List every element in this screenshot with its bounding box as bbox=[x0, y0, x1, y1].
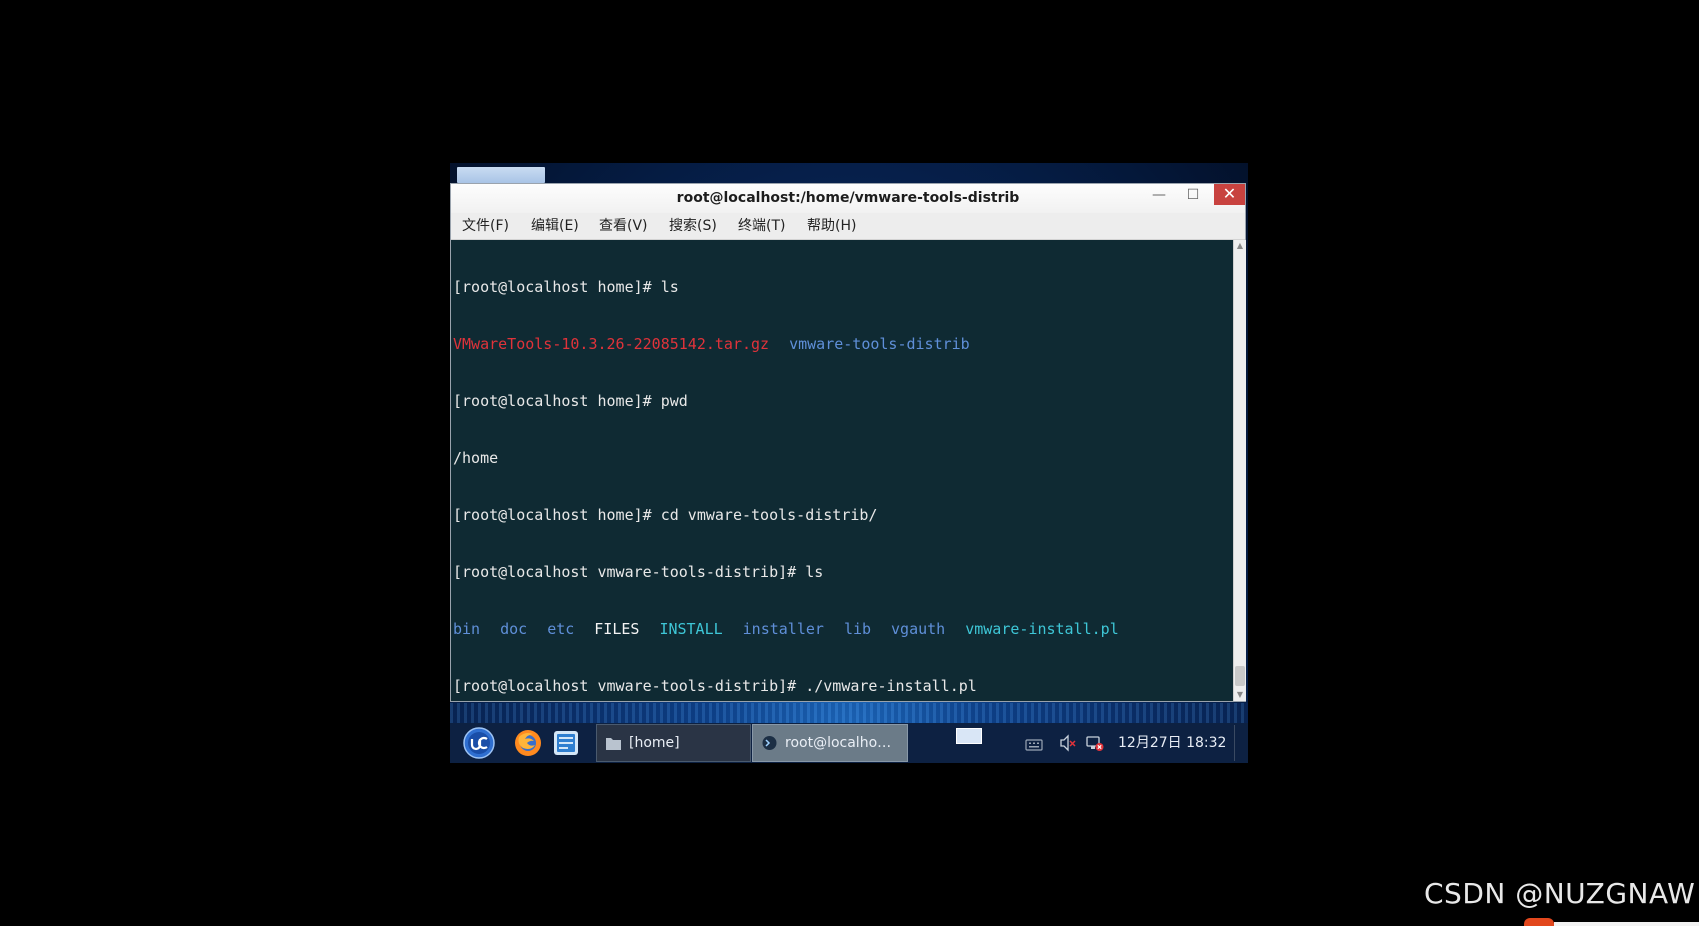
menubar: 文件(F) 编辑(E) 查看(V) 搜索(S) 终端(T) 帮助(H) bbox=[451, 213, 1245, 240]
start-menu-icon[interactable] bbox=[463, 727, 495, 759]
taskbar-button-home[interactable]: [home] bbox=[596, 724, 751, 762]
scroll-thumb[interactable] bbox=[1235, 666, 1245, 686]
menu-terminal[interactable]: 终端(T) bbox=[738, 213, 785, 239]
menu-file[interactable]: 文件(F) bbox=[462, 213, 509, 239]
prompt: [root@localhost vmware-tools-distrib]# bbox=[453, 563, 806, 581]
taskbar: [home] root@localho… 12月27日 18:32 bbox=[450, 723, 1248, 763]
terminal-line: bin doc etc FILES INSTALL installer lib vgauth v… bbox=[453, 620, 1119, 639]
command: ls bbox=[805, 563, 824, 581]
maximize-button[interactable]: ☐ bbox=[1178, 185, 1208, 205]
command: ls bbox=[660, 278, 679, 296]
window-title: root@localhost:/home/vmware-tools-distri… bbox=[676, 190, 1020, 206]
taskbar-button-label: [home] bbox=[629, 735, 680, 751]
screen: root@localhost:/home/vmware-tools-distri… bbox=[0, 0, 1699, 926]
watermark-bar bbox=[1554, 922, 1699, 926]
terminal-scrollbar[interactable]: ▲ ▼ bbox=[1233, 240, 1246, 701]
folder-icon bbox=[606, 738, 621, 750]
terminal-line: [root@localhost home]# ls bbox=[453, 278, 1119, 297]
volume-muted-icon[interactable] bbox=[1059, 734, 1077, 752]
file-manager-icon[interactable] bbox=[551, 728, 581, 758]
terminal-icon bbox=[762, 736, 777, 750]
menu-view[interactable]: 查看(V) bbox=[599, 213, 648, 239]
watermark-logo-icon bbox=[1524, 918, 1554, 926]
file-entry: FILES bbox=[594, 620, 640, 638]
scroll-down-arrow-icon[interactable]: ▼ bbox=[1234, 689, 1246, 701]
firefox-icon[interactable] bbox=[513, 728, 543, 758]
taskbar-button-label: root@localho… bbox=[785, 735, 892, 751]
show-desktop-button[interactable] bbox=[1234, 725, 1247, 761]
file-entry: INSTALL bbox=[659, 620, 723, 638]
terminal-output[interactable]: [root@localhost home]# ls VMwareTools-10… bbox=[451, 240, 1233, 701]
menu-edit[interactable]: 编辑(E) bbox=[531, 213, 579, 239]
prompt: [root@localhost home]# bbox=[453, 392, 661, 410]
directory-entry: vmware-tools-distrib bbox=[789, 335, 970, 353]
directory-entry: bin bbox=[453, 620, 481, 638]
terminal-lines: [root@localhost home]# ls VMwareTools-10… bbox=[453, 240, 1119, 701]
directory-entry: vgauth bbox=[891, 620, 946, 638]
terminal-line: [root@localhost vmware-tools-distrib]# .… bbox=[453, 677, 1119, 696]
scroll-up-arrow-icon[interactable]: ▲ bbox=[1234, 240, 1246, 252]
keyboard-icon[interactable] bbox=[1025, 736, 1043, 754]
command-output: /home bbox=[453, 449, 499, 467]
taskbar-clock[interactable]: 12月27日 18:32 bbox=[1118, 723, 1226, 763]
tray-workspace-indicator[interactable] bbox=[956, 728, 982, 744]
terminal-line: [root@localhost vmware-tools-distrib]# l… bbox=[453, 563, 1119, 582]
desktop-panel-chip[interactable] bbox=[457, 167, 545, 183]
directory-entry: etc bbox=[547, 620, 575, 638]
taskbar-button-terminal[interactable]: root@localho… bbox=[752, 724, 908, 762]
terminal-line: /home bbox=[453, 449, 1119, 468]
prompt: [root@localhost vmware-tools-distrib]# bbox=[453, 677, 806, 695]
command: pwd bbox=[660, 392, 688, 410]
directory-entry: doc bbox=[500, 620, 528, 638]
terminal-line: [root@localhost home]# pwd bbox=[453, 392, 1119, 411]
executable-entry: vmware-install.pl bbox=[965, 620, 1119, 638]
terminal-line: VMwareTools-10.3.26-22085142.tar.gz vmwar… bbox=[453, 335, 1119, 354]
window-titlebar[interactable]: root@localhost:/home/vmware-tools-distri… bbox=[451, 184, 1245, 213]
command: ./vmware-install.pl bbox=[805, 677, 977, 695]
watermark-text: CSDN @NUZGNAW bbox=[1424, 877, 1696, 910]
directory-entry: installer bbox=[742, 620, 824, 638]
prompt: [root@localhost home]# bbox=[453, 506, 661, 524]
terminal-window: root@localhost:/home/vmware-tools-distri… bbox=[450, 183, 1246, 702]
menu-help[interactable]: 帮助(H) bbox=[807, 213, 856, 239]
network-disconnected-icon[interactable] bbox=[1086, 734, 1104, 752]
terminal-line: [root@localhost home]# cd vmware-tools-d… bbox=[453, 506, 1119, 525]
prompt: [root@localhost home]# bbox=[453, 278, 661, 296]
minimize-button[interactable]: — bbox=[1144, 185, 1174, 205]
directory-entry: lib bbox=[843, 620, 872, 638]
command: cd vmware-tools-distrib/ bbox=[660, 506, 878, 524]
menu-search[interactable]: 搜索(S) bbox=[669, 213, 717, 239]
close-button[interactable]: ✕ bbox=[1214, 184, 1245, 205]
archive-file: VMwareTools-10.3.26-22085142.tar.gz bbox=[453, 335, 770, 353]
